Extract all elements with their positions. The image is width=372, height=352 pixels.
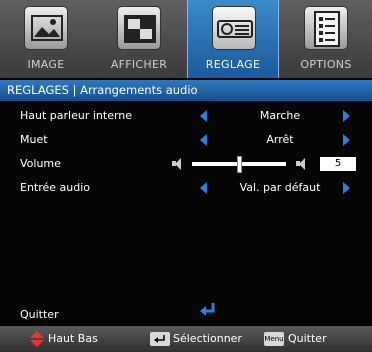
help-bar: Haut Bas Sélectionner Menu Quitter — [0, 326, 372, 352]
arrow-left-icon[interactable] — [200, 182, 207, 194]
tab-afficher[interactable]: AFFICHER — [93, 0, 185, 78]
help-nav: Haut Bas — [48, 332, 98, 345]
tab-label: AFFICHER — [110, 58, 168, 71]
row-value: Marche — [259, 109, 301, 122]
volume-value: 5 — [320, 157, 356, 171]
arrow-right-icon[interactable] — [343, 110, 350, 122]
display-screen-icon — [117, 6, 161, 50]
tab-label: REGLAGE — [205, 58, 261, 71]
volume-down-icon[interactable] — [172, 157, 182, 170]
arrow-left-icon[interactable] — [200, 110, 207, 122]
arrow-right-icon[interactable] — [343, 182, 350, 194]
up-down-arrows-icon — [30, 331, 44, 347]
picture-frame-icon — [24, 6, 68, 50]
checklist-icon — [304, 6, 348, 50]
enter-icon[interactable] — [198, 301, 218, 319]
settings-panel: Haut parleur interne Marche Muet Arrêt V… — [0, 102, 372, 324]
row-label: Muet — [20, 133, 48, 146]
row-volume[interactable]: Volume 5 — [0, 153, 372, 175]
projector-icon — [212, 6, 256, 50]
row-value: Arrêt — [266, 133, 294, 146]
section-title: REGLAGES | Arrangements audio — [0, 80, 372, 101]
tab-options[interactable]: OPTIONS — [280, 0, 372, 78]
enter-key-icon — [150, 332, 170, 346]
row-internal-speaker[interactable]: Haut parleur interne Marche — [0, 105, 372, 127]
volume-slider-knob[interactable] — [237, 156, 242, 173]
row-value: Val. par défaut — [239, 181, 321, 194]
help-quit: Quitter — [288, 332, 327, 345]
tab-reglage[interactable]: REGLAGE — [187, 0, 279, 78]
help-select: Sélectionner — [173, 332, 242, 345]
tab-label: OPTIONS — [300, 58, 352, 71]
osd-menu: IMAGE AFFICHER REGLAGE OPTIONS REGLAGES … — [0, 0, 372, 352]
row-label: Entrée audio — [20, 181, 91, 194]
row-audio-input[interactable]: Entrée audio Val. par défaut — [0, 177, 372, 199]
arrow-right-icon[interactable] — [343, 134, 350, 146]
row-mute[interactable]: Muet Arrêt — [0, 129, 372, 151]
tab-image[interactable]: IMAGE — [0, 0, 92, 78]
row-label: Haut parleur interne — [20, 109, 133, 122]
menu-key-icon: Menu — [264, 332, 284, 346]
tab-label: IMAGE — [27, 58, 65, 71]
quit-item[interactable]: Quitter — [20, 308, 59, 321]
tab-strip: IMAGE AFFICHER REGLAGE OPTIONS — [0, 0, 372, 78]
volume-up-icon[interactable] — [296, 157, 306, 170]
row-label: Volume — [20, 157, 61, 170]
arrow-left-icon[interactable] — [200, 134, 207, 146]
